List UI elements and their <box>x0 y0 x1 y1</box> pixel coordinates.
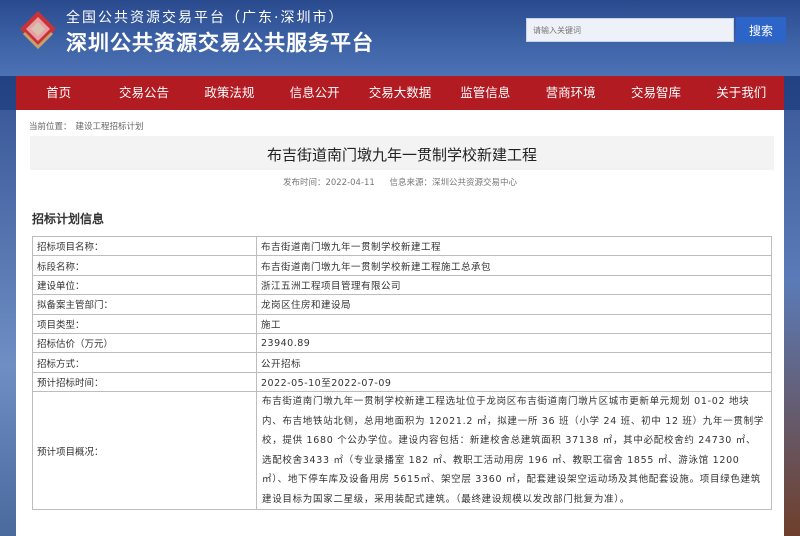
row-value: 龙岗区住房和建设局 <box>256 294 772 315</box>
page-title: 布吉街道南门墩九年一贯制学校新建工程 <box>266 146 537 164</box>
article-meta: 发布时间：2022-04-11 信息来源：深圳公共资源交易中心 <box>16 176 784 188</box>
plan-info-table: 招标项目名称： 布吉街道南门墩九年一贯制学校新建工程 标段名称： 布吉街道南门墩… <box>32 235 772 511</box>
breadcrumb-prefix: 当前位置： <box>29 122 72 132</box>
nav-item-think-tank[interactable]: 交易智库 <box>613 76 698 110</box>
row-key: 预计招标时间： <box>32 371 257 393</box>
nav-item-big-data[interactable]: 交易大数据 <box>357 76 442 110</box>
side-background-right <box>784 110 800 536</box>
breadcrumb-current[interactable]: 建设工程招标计划 <box>76 122 144 132</box>
row-value: 2022-05-10至2022-07-09 <box>256 371 772 393</box>
breadcrumb: 当前位置： 建设工程招标计划 <box>29 120 148 132</box>
nav-item-home[interactable]: 首页 <box>16 76 101 110</box>
row-key: 预计项目概况： <box>32 391 257 511</box>
row-value: 23940.89 <box>256 332 772 354</box>
table-row: 招标方式： 公开招标 <box>32 352 772 373</box>
diamond-logo-icon[interactable] <box>18 9 58 49</box>
row-value: 布吉街道南门墩九年一贯制学校新建工程施工总承包 <box>256 255 772 276</box>
row-key: 项目类型： <box>32 313 257 334</box>
row-key: 招标估价（万元） <box>32 332 257 354</box>
info-source: 信息来源：深圳公共资源交易中心 <box>389 178 518 188</box>
row-key: 招标项目名称： <box>32 235 257 257</box>
row-key: 标段名称： <box>32 255 257 276</box>
main-nav: 首页 交易公告 政策法规 信息公开 交易大数据 监管信息 营商环境 交易智库 关… <box>16 76 784 110</box>
nav-item-policies[interactable]: 政策法规 <box>187 76 272 110</box>
table-row: 招标估价（万元） 23940.89 <box>32 332 772 354</box>
table-row: 标段名称： 布吉街道南门墩九年一贯制学校新建工程施工总承包 <box>32 255 772 276</box>
publish-time: 发布时间：2022-04-11 <box>282 178 375 188</box>
nav-item-business-env[interactable]: 营商环境 <box>528 76 613 110</box>
table-row: 项目类型： 施工 <box>32 313 772 334</box>
row-value: 布吉街道南门墩九年一贯制学校新建工程 <box>256 235 772 257</box>
row-key: 建设单位： <box>32 274 257 296</box>
section-title: 招标计划信息 <box>32 212 105 226</box>
main-content: 当前位置： 建设工程招标计划 布吉街道南门墩九年一贯制学校新建工程 发布时间：20… <box>16 110 784 536</box>
nav-item-about[interactable]: 关于我们 <box>699 76 784 110</box>
row-value: 公开招标 <box>256 352 772 373</box>
site-header: 全国公共资源交易平台（广东·深圳市） 深圳公共资源交易公共服务平台 搜索 <box>0 0 800 76</box>
search-button[interactable]: 搜索 <box>736 17 786 43</box>
table-row: 拟备案主管部门： 龙岗区住房和建设局 <box>32 294 772 315</box>
nav-item-disclosure[interactable]: 信息公开 <box>272 76 357 110</box>
search-input[interactable] <box>526 18 734 42</box>
site-subtitle: 全国公共资源交易平台（广东·深圳市） <box>66 10 345 26</box>
table-row: 预计招标时间： 2022-05-10至2022-07-09 <box>32 371 772 393</box>
nav-item-supervision[interactable]: 监管信息 <box>443 76 528 110</box>
table-row: 招标项目名称： 布吉街道南门墩九年一贯制学校新建工程 <box>32 235 772 257</box>
title-box: 布吉街道南门墩九年一贯制学校新建工程 <box>30 136 774 170</box>
table-row: 预计项目概况： 布吉街道南门墩九年一贯制学校新建工程选址位于龙岗区布吉街道南门墩… <box>32 391 772 511</box>
nav-item-announcements[interactable]: 交易公告 <box>101 76 186 110</box>
row-key: 拟备案主管部门： <box>32 294 257 315</box>
row-value: 布吉街道南门墩九年一贯制学校新建工程选址位于龙岗区布吉街道南门墩片区城市更新单元… <box>256 391 772 511</box>
side-background-left <box>0 110 16 536</box>
row-key: 招标方式： <box>32 352 257 373</box>
row-value: 浙江五洲工程项目管理有限公司 <box>256 274 772 296</box>
site-title[interactable]: 深圳公共资源交易公共服务平台 <box>66 27 374 57</box>
row-value: 施工 <box>256 313 772 334</box>
table-row: 建设单位： 浙江五洲工程项目管理有限公司 <box>32 274 772 296</box>
